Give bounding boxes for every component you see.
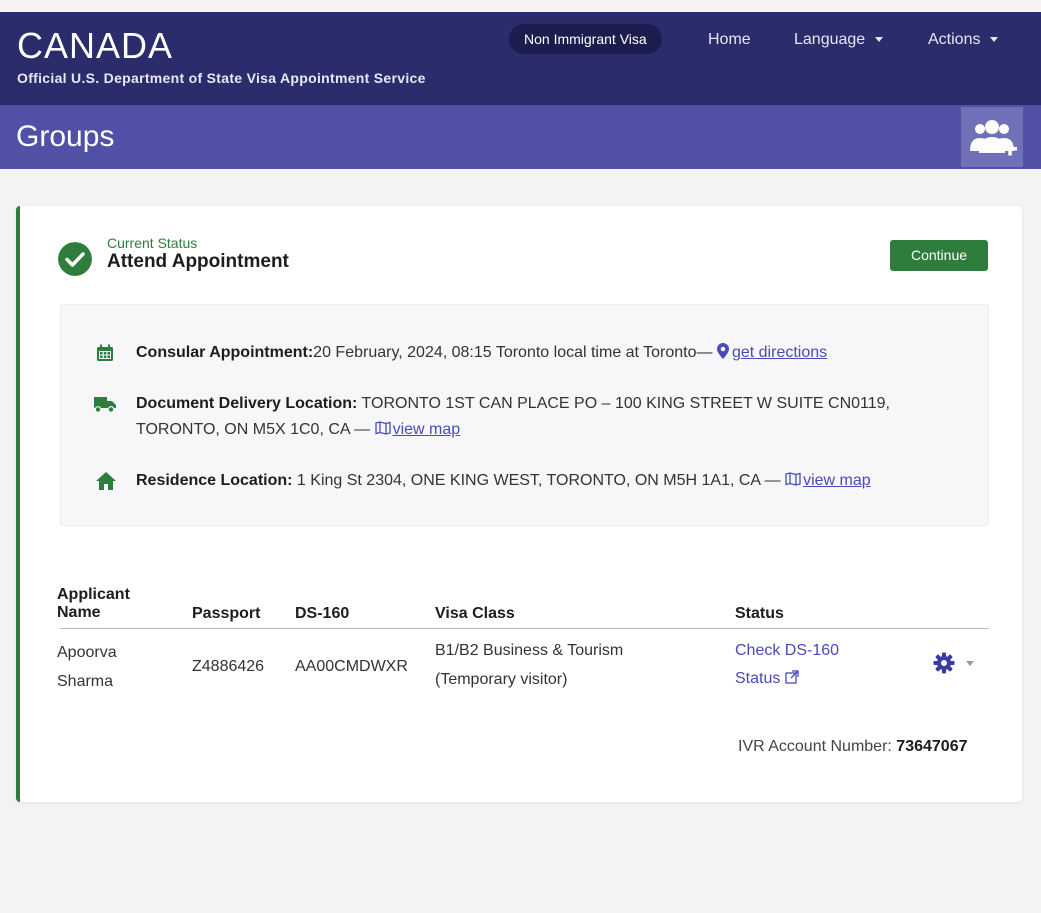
appointment-card: Current Status Attend Appointment Contin… (16, 206, 1022, 802)
check-circle-icon (58, 242, 92, 276)
continue-button[interactable]: Continue (890, 240, 988, 271)
get-directions-label: get directions (731, 344, 828, 361)
col-header-ds160: DS-160 (295, 605, 350, 622)
ivr-account: IVR Account Number: 73647067 (738, 738, 967, 756)
check-ds160-status-link[interactable]: Check DS-160 (735, 636, 839, 665)
passport-number: Z4886426 (192, 658, 265, 675)
map-icon (785, 472, 801, 486)
top-navbar: CANADA Official U.S. Department of State… (0, 12, 1041, 105)
calendar-icon (97, 344, 113, 361)
visa-class-line1: B1/B2 Business & Tourism (435, 642, 624, 659)
delivery-location-label: Document Delivery Location: (136, 395, 358, 412)
external-link-icon (785, 670, 800, 684)
page-title: Groups (16, 120, 115, 153)
residence-location-text: Residence Location: 1 King St 2304, ONE … (136, 468, 936, 494)
caret-down-icon (990, 37, 999, 43)
top-strip (0, 0, 1041, 12)
residence-location-label: Residence Location: (136, 472, 293, 489)
view-map-link-residence[interactable]: view map (785, 472, 871, 489)
col-header-applicant: Applicant Name (57, 586, 130, 621)
nav-language-label: Language (794, 31, 866, 48)
nav-language-dropdown[interactable]: Language (794, 30, 884, 50)
ivr-account-label: IVR Account Number: (738, 738, 897, 755)
view-map-label-residence: view map (803, 472, 871, 489)
table-header-divider (60, 628, 989, 629)
nav-home-link[interactable]: Home (708, 30, 751, 50)
appointment-details: Consular Appointment:20 February, 2024, … (60, 304, 989, 526)
applicant-name-first: Apoorva (57, 644, 117, 661)
applicant-name-last: Sharma (57, 673, 114, 690)
check-ds160-label-line1: Check DS-160 (735, 642, 840, 659)
get-directions-link[interactable]: get directions (716, 343, 828, 361)
delivery-location-text: Document Delivery Location: TORONTO 1ST … (136, 391, 936, 443)
map-pin-icon (716, 343, 729, 359)
check-ds160-label-line2: Status (735, 670, 781, 687)
visa-type-pill[interactable]: Non Immigrant Visa (509, 24, 662, 54)
consular-appointment-label: Consular Appointment: (136, 344, 314, 361)
residence-location-value: 1 King St 2304, ONE KING WEST, TORONTO, … (292, 472, 786, 489)
view-map-link-delivery[interactable]: view map (374, 421, 461, 438)
view-map-label-delivery: view map (392, 421, 461, 438)
nav-actions-dropdown[interactable]: Actions (928, 30, 999, 50)
consular-appointment-value: 20 February, 2024, 08:15 Toronto local t… (313, 344, 717, 361)
add-group-button[interactable] (961, 107, 1023, 167)
home-icon (96, 472, 116, 490)
brand-title[interactable]: CANADA (17, 26, 173, 66)
map-icon (374, 421, 391, 435)
col-header-visa-class: Visa Class (435, 605, 515, 622)
col-header-status: Status (735, 605, 784, 622)
brand-subtitle: Official U.S. Department of State Visa A… (17, 70, 426, 86)
nav-home-label: Home (708, 31, 751, 48)
current-status-value: Attend Appointment (107, 251, 289, 272)
nav-actions-label: Actions (928, 31, 981, 48)
caret-down-icon (875, 37, 884, 43)
group-add-icon (970, 120, 1017, 156)
gear-icon[interactable] (933, 652, 955, 674)
caret-down-icon[interactable] (966, 661, 974, 666)
page-header: Groups (0, 105, 1041, 169)
col-header-passport: Passport (192, 605, 261, 622)
current-status-label: Current Status (107, 235, 198, 251)
ds160-number: AA00CMDWXR (295, 658, 408, 675)
visa-class-line2: (Temporary visitor) (435, 671, 568, 688)
ivr-account-number: 73647067 (896, 738, 968, 755)
truck-icon (94, 397, 116, 413)
check-ds160-status-link-line2[interactable]: Status (735, 664, 800, 693)
consular-appointment-text: Consular Appointment:20 February, 2024, … (136, 340, 936, 366)
